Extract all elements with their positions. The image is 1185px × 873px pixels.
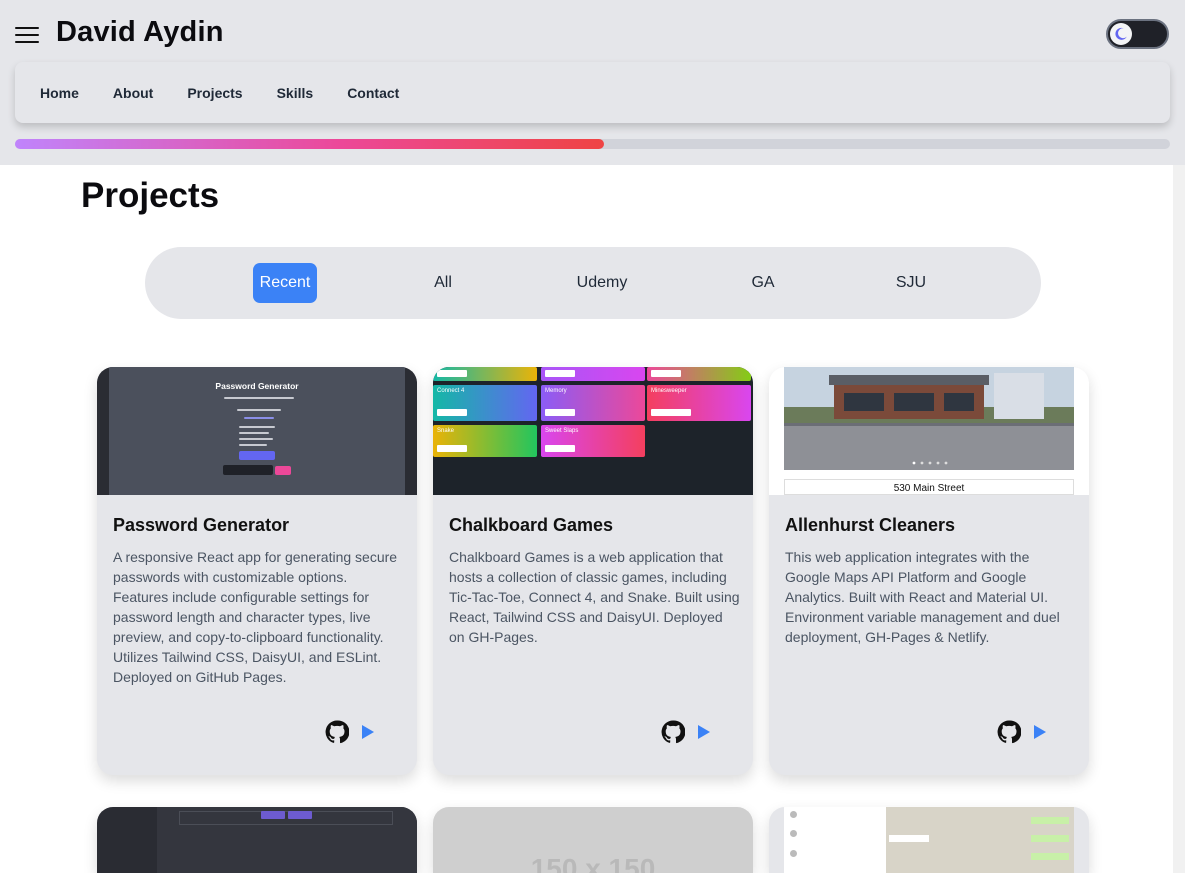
project-card-partial[interactable] — [769, 807, 1089, 873]
filter-tab-udemy[interactable]: Udemy — [562, 263, 642, 303]
nav-link-projects[interactable]: Projects — [187, 85, 242, 101]
scroll-progress-bar — [15, 139, 1170, 149]
tile-label: Minesweeper — [651, 388, 687, 394]
site-title[interactable]: David Aydin — [56, 16, 224, 49]
toggle-knob — [1110, 23, 1132, 45]
scroll-progress-fill — [15, 139, 605, 149]
card-title: Chalkboard Games — [449, 515, 614, 535]
project-thumbnail[interactable]: 530 Main Street — [769, 367, 1089, 495]
project-filter-bar: Recent All Udemy GA SJU — [145, 247, 1041, 319]
main-navbar: Home About Projects Skills Contact — [15, 62, 1170, 123]
tile-label: Memory — [545, 388, 567, 394]
card-actions — [325, 720, 375, 744]
card-title: Password Generator — [113, 515, 290, 535]
github-icon[interactable] — [997, 720, 1021, 744]
address-bar: 530 Main Street — [784, 479, 1074, 495]
filter-tab-recent[interactable]: Recent — [253, 263, 317, 303]
project-card-partial[interactable] — [97, 807, 417, 873]
project-thumbnail[interactable]: Password Generator — [97, 367, 417, 495]
card-actions — [661, 720, 711, 744]
nav-link-home[interactable]: Home — [40, 85, 79, 101]
tile-label: Sweet Slaps — [545, 428, 579, 434]
site-header: David Aydin Home About Projects Skills C… — [0, 0, 1185, 165]
card-actions — [997, 720, 1047, 744]
tile-label: Connect 4 — [437, 388, 465, 394]
project-card-partial[interactable]: 150 x 150 — [433, 807, 753, 873]
page-title: Projects — [81, 176, 220, 215]
filter-tab-ga[interactable]: GA — [733, 263, 793, 303]
thumbnail-heading: Password Generator — [215, 381, 299, 391]
page-scrollbar[interactable] — [1173, 165, 1185, 873]
moon-icon — [1115, 27, 1127, 40]
theme-toggle[interactable] — [1106, 19, 1169, 49]
placeholder-image-text: 150 x 150 — [530, 853, 656, 873]
nav-link-skills[interactable]: Skills — [277, 85, 314, 101]
nav-link-contact[interactable]: Contact — [347, 85, 399, 101]
github-icon[interactable] — [661, 720, 685, 744]
play-icon[interactable] — [361, 724, 375, 740]
github-icon[interactable] — [325, 720, 349, 744]
project-card-password-generator: Password Generator Password Generator A … — [97, 367, 417, 775]
tile-label: Snake — [437, 428, 455, 434]
card-description: A responsive React app for generating se… — [113, 549, 398, 685]
play-icon[interactable] — [1033, 724, 1047, 740]
filter-tab-all[interactable]: All — [413, 263, 473, 303]
card-description: This web application integrates with the… — [785, 549, 1060, 645]
play-icon[interactable] — [697, 724, 711, 740]
card-title: Allenhurst Cleaners — [785, 515, 956, 535]
project-card-chalkboard-games: Connect 4 Memory Minesweeper Snake Sweet… — [433, 367, 753, 775]
nav-link-about[interactable]: About — [113, 85, 153, 101]
card-description: Chalkboard Games is a web application th… — [449, 549, 740, 645]
storefront-photo — [784, 367, 1074, 470]
hamburger-menu-icon[interactable] — [15, 27, 39, 45]
project-thumbnail[interactable]: Connect 4 Memory Minesweeper Snake Sweet… — [433, 367, 753, 495]
filter-tab-sju[interactable]: SJU — [881, 263, 941, 303]
project-card-allenhurst-cleaners: 530 Main Street Allenhurst Cleaners This… — [769, 367, 1089, 775]
